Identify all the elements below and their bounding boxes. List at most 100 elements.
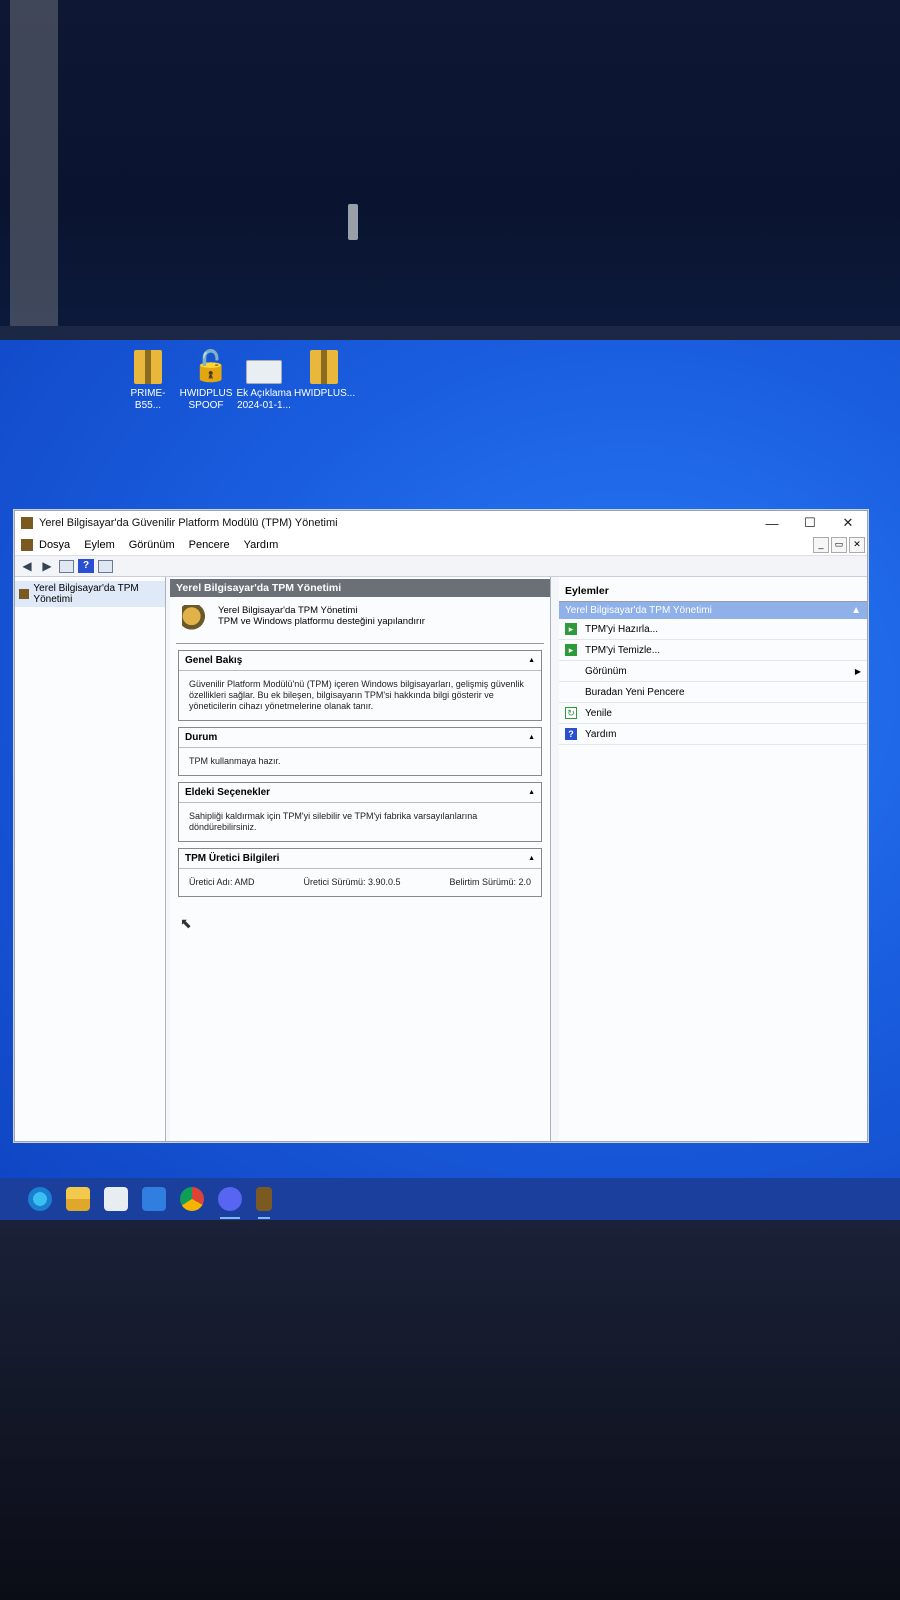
menu-bar: Dosya Eylem Görünüm Pencere Yardım _ ▭ ✕ bbox=[15, 535, 867, 556]
window-title: Yerel Bilgisayar'da Güvenilir Platform M… bbox=[39, 517, 338, 529]
action-label: Yenile bbox=[585, 707, 612, 719]
show-hide-tree-icon[interactable] bbox=[59, 559, 74, 573]
microsoft-store-icon[interactable] bbox=[104, 1187, 128, 1211]
action-label: TPM'yi Temizle... bbox=[585, 644, 661, 656]
manufacturer-header[interactable]: TPM Üretici Bilgileri ▲ bbox=[179, 849, 541, 869]
actions-header: Eylemler bbox=[559, 581, 867, 602]
manufacturer-version-value: 3.90.0.5 bbox=[367, 877, 401, 887]
mouse-cursor-icon: ⬉ bbox=[180, 915, 192, 931]
edge-browser-icon[interactable] bbox=[28, 1187, 52, 1211]
actions-pane: Eylemler Yerel Bilgisayar'da TPM Yönetim… bbox=[559, 577, 867, 1141]
image-file-icon bbox=[246, 360, 282, 384]
spec-version-label: Belirtim Sürümü: bbox=[449, 877, 516, 887]
section-title: Eldeki Seçenekler bbox=[185, 787, 271, 798]
desktop-icon-label: Ek Açıklama 2024-01-1... bbox=[236, 388, 292, 411]
monitor-top-background bbox=[0, 0, 900, 340]
overview-section: Genel Bakış ▲ Güvenilir Platform Modülü'… bbox=[178, 650, 542, 721]
chrome-icon[interactable] bbox=[180, 1187, 204, 1211]
action-help[interactable]: ? Yardım bbox=[559, 724, 867, 745]
toolbar: ◀ ▶ ? bbox=[15, 556, 867, 577]
zip-archive-icon bbox=[310, 350, 338, 384]
manufacturer-info: Üretici Adı: AMD Üretici Sürümü: 3.90.0.… bbox=[179, 869, 541, 896]
manufacturer-version-label: Üretici Sürümü: bbox=[303, 877, 366, 887]
action-prepare-tpm[interactable]: ▸ TPM'yi Hazırla... bbox=[559, 619, 867, 640]
minimize-button[interactable]: — bbox=[753, 516, 791, 531]
desktop-icon-screenshot[interactable]: Ek Açıklama 2024-01-1... bbox=[234, 350, 294, 412]
section-title: TPM Üretici Bilgileri bbox=[185, 853, 280, 864]
action-clear-tpm[interactable]: ▸ TPM'yi Temizle... bbox=[559, 640, 867, 661]
collapse-caret-icon[interactable]: ▲ bbox=[528, 789, 535, 796]
file-explorer-icon[interactable] bbox=[66, 1187, 90, 1211]
submenu-arrow-icon: ▶ bbox=[854, 666, 861, 676]
details-pane: Yerel Bilgisayar'da TPM Yönetimi Yerel B… bbox=[170, 577, 551, 1141]
manufacturer-name-field: Üretici Adı: AMD bbox=[189, 877, 255, 888]
options-header[interactable]: Eldeki Seçenekler ▲ bbox=[179, 783, 541, 803]
desktop-icon-label: HWIDPLUS SPOOF bbox=[179, 388, 233, 411]
menu-view[interactable]: Görünüm bbox=[129, 539, 175, 551]
title-bar[interactable]: Yerel Bilgisayar'da Güvenilir Platform M… bbox=[15, 511, 867, 535]
desktop-icon-label: HWIDPLUS... bbox=[294, 388, 356, 399]
menu-file[interactable]: Dosya bbox=[39, 539, 70, 551]
forward-arrow-icon[interactable]: ▶ bbox=[39, 559, 55, 573]
collapse-caret-icon[interactable]: ▲ bbox=[851, 605, 861, 616]
tree-item-tpm-management[interactable]: Yerel Bilgisayar'da TPM Yönetimi bbox=[15, 581, 165, 607]
refresh-icon: ↻ bbox=[565, 707, 577, 719]
manufacturer-section: TPM Üretici Bilgileri ▲ Üretici Adı: AMD… bbox=[178, 848, 542, 897]
action-view[interactable]: Görünüm ▶ bbox=[559, 661, 867, 682]
unlock-icon: 🔓 bbox=[192, 350, 230, 383]
mdi-restore-button[interactable]: ▭ bbox=[831, 537, 847, 553]
spec-version-field: Belirtim Sürümü: 2.0 bbox=[449, 877, 531, 888]
menu-window[interactable]: Pencere bbox=[189, 539, 230, 551]
overview-header[interactable]: Genel Bakış ▲ bbox=[179, 651, 541, 671]
maximize-button[interactable]: ☐ bbox=[791, 515, 829, 531]
monitor-bottom-background bbox=[0, 1220, 900, 1600]
collapse-caret-icon[interactable]: ▲ bbox=[528, 855, 535, 862]
desktop-icon-label: PRIME-B55... bbox=[130, 388, 166, 411]
back-arrow-icon[interactable]: ◀ bbox=[19, 559, 35, 573]
mdi-minimize-button[interactable]: _ bbox=[813, 537, 829, 553]
menu-help[interactable]: Yardım bbox=[244, 539, 279, 551]
status-header[interactable]: Durum ▲ bbox=[179, 728, 541, 748]
action-label: TPM'yi Hazırla... bbox=[585, 623, 659, 635]
status-text: TPM kullanmaya hazır. bbox=[189, 756, 281, 766]
tpm-management-taskbar-icon[interactable] bbox=[256, 1187, 272, 1219]
tpm-management-window: Yerel Bilgisayar'da Güvenilir Platform M… bbox=[14, 510, 868, 1142]
zip-archive-icon bbox=[134, 350, 162, 384]
tpm-key-icon[interactable] bbox=[21, 539, 33, 551]
menu-action[interactable]: Eylem bbox=[84, 539, 115, 551]
desktop-icon-hwidplus[interactable]: HWIDPLUS... bbox=[294, 350, 356, 400]
action-refresh[interactable]: ↻ Yenile bbox=[559, 703, 867, 724]
monitor-edge bbox=[0, 326, 900, 340]
help-icon[interactable]: ? bbox=[78, 559, 94, 573]
mail-icon[interactable] bbox=[142, 1187, 166, 1211]
actions-subheader-label: Yerel Bilgisayar'da TPM Yönetimi bbox=[565, 605, 712, 616]
manufacturer-name-label: Üretici Adı: bbox=[189, 877, 233, 887]
collapse-caret-icon[interactable]: ▲ bbox=[528, 734, 535, 741]
close-button[interactable]: ✕ bbox=[829, 515, 867, 531]
manufacturer-name-value: AMD bbox=[234, 877, 255, 887]
console-tree: Yerel Bilgisayar'da TPM Yönetimi bbox=[15, 577, 166, 1141]
action-label: Buradan Yeni Pencere bbox=[585, 686, 685, 698]
desktop-icon-hwidplus-spoof[interactable]: 🔓 HWIDPLUS SPOOF bbox=[176, 350, 236, 412]
taskbar bbox=[0, 1178, 900, 1220]
tpm-key-icon bbox=[19, 589, 30, 599]
help-icon: ? bbox=[565, 728, 577, 740]
mdi-close-button[interactable]: ✕ bbox=[849, 537, 865, 553]
action-new-window[interactable]: Buradan Yeni Pencere bbox=[559, 682, 867, 703]
options-text: Sahipliği kaldırmak için TPM'yi silebili… bbox=[189, 811, 478, 832]
details-header: Yerel Bilgisayar'da TPM Yönetimi bbox=[170, 579, 550, 597]
discord-icon[interactable] bbox=[218, 1187, 242, 1219]
actions-subheader[interactable]: Yerel Bilgisayar'da TPM Yönetimi ▲ bbox=[559, 602, 867, 619]
spec-version-value: 2.0 bbox=[518, 877, 531, 887]
tree-item-label: Yerel Bilgisayar'da TPM Yönetimi bbox=[33, 583, 139, 605]
manufacturer-version-field: Üretici Sürümü: 3.90.0.5 bbox=[303, 877, 400, 888]
section-title: Durum bbox=[185, 732, 218, 743]
tpm-key-icon bbox=[182, 605, 206, 633]
collapse-caret-icon[interactable]: ▲ bbox=[528, 657, 535, 664]
action-label: Görünüm bbox=[585, 665, 627, 677]
section-title: Genel Bakış bbox=[185, 655, 243, 666]
intro-section: Yerel Bilgisayar'da TPM Yönetimi TPM ve … bbox=[176, 597, 544, 644]
desktop-icon-prime[interactable]: PRIME-B55... bbox=[118, 350, 178, 412]
show-hide-action-pane-icon[interactable] bbox=[98, 559, 113, 573]
overview-text: Güvenilir Platform Modülü'nü (TPM) içere… bbox=[189, 679, 524, 711]
